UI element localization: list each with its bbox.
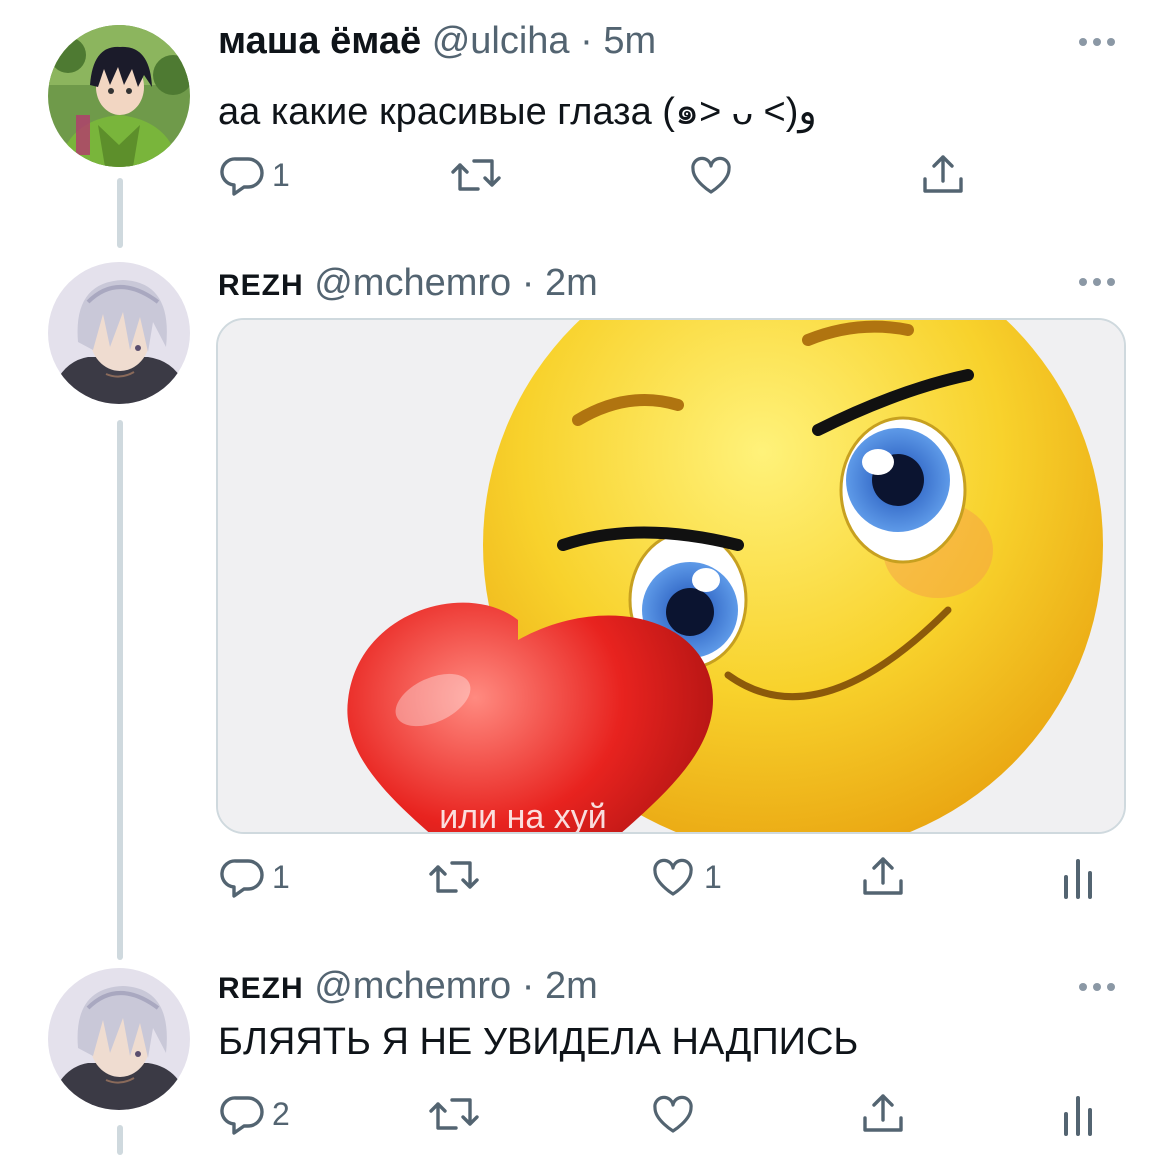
user-handle[interactable]: @mchemro (314, 262, 511, 304)
reply-count: 1 (272, 858, 290, 895)
separator: · (580, 20, 593, 62)
retweet-icon (429, 861, 479, 893)
display-name[interactable]: REZH (218, 972, 304, 1005)
retweet-icon (451, 159, 501, 191)
reply-button[interactable]: 1 (218, 852, 290, 902)
tweet-text: аа какие красивые глаза (๑˃ ᴗ ˂)ﻭ (218, 91, 817, 133)
retweet-button[interactable] (450, 150, 502, 200)
reply-icon (220, 1096, 264, 1135)
more-icon[interactable] (1071, 977, 1115, 997)
retweet-button[interactable] (428, 1089, 480, 1139)
image-caption: или на хуй (439, 798, 606, 832)
like-button[interactable] (686, 150, 736, 200)
heart-icon (691, 156, 731, 194)
retweet-button[interactable] (428, 852, 480, 902)
share-icon (863, 857, 903, 895)
share-icon (863, 1094, 903, 1132)
tweet-actions: 1 (218, 150, 1128, 200)
like-count: 1 (704, 858, 722, 895)
reply-button[interactable]: 1 (218, 150, 290, 200)
tweet-header: маша ёмаё @ulciha · 5m (218, 20, 656, 63)
avatar[interactable] (48, 262, 190, 404)
like-button[interactable] (648, 1089, 698, 1139)
analytics-icon (1064, 859, 1092, 899)
emoji-heart-image: или на хуй (218, 320, 1124, 832)
user-handle[interactable]: @mchemro (314, 965, 511, 1007)
reply-icon (220, 859, 264, 898)
heart-icon (653, 1095, 693, 1133)
more-icon[interactable] (1071, 32, 1115, 52)
reply-count: 2 (272, 1095, 290, 1132)
heart-icon (653, 858, 693, 896)
retweet-icon (429, 1098, 479, 1130)
analytics-button[interactable] (1058, 1089, 1098, 1139)
display-name[interactable]: REZH (218, 269, 304, 302)
tweet-actions: 2 (218, 1089, 1128, 1139)
tweet-text: БЛЯЯТЬ Я НЕ УВИДЕЛА НАДПИСЬ (218, 1021, 859, 1063)
separator: · (521, 965, 535, 1007)
avatar[interactable] (48, 25, 190, 167)
share-button[interactable] (858, 852, 908, 902)
reply-button[interactable]: 2 (218, 1089, 290, 1139)
tweet-media[interactable]: или на хуй (216, 318, 1126, 834)
avatar-image (48, 262, 190, 404)
timestamp[interactable]: 2m (545, 965, 598, 1007)
like-button[interactable]: 1 (648, 852, 722, 902)
separator: · (521, 262, 535, 304)
share-button[interactable] (918, 150, 968, 200)
tweet[interactable]: REZH @mchemro · 2m БЛЯЯТЬ Я НЕ УВИДЕЛА Н… (0, 945, 1170, 1155)
timestamp[interactable]: 2m (545, 262, 598, 304)
avatar[interactable] (48, 968, 190, 1110)
reply-count: 1 (272, 156, 290, 193)
tweet-header: REZH @mchemro · 2m (218, 262, 598, 305)
tweet-header: REZH @mchemro · 2m (218, 965, 598, 1008)
user-handle[interactable]: @ulciha (432, 20, 570, 62)
reply-icon (220, 157, 264, 196)
more-icon[interactable] (1071, 272, 1115, 292)
tweet-actions: 1 1 (218, 852, 1128, 902)
avatar-image (48, 25, 190, 167)
display-name[interactable]: маша ёмаё (218, 20, 421, 62)
analytics-icon (1064, 1096, 1092, 1136)
tweet[interactable]: маша ёмаё @ulciha · 5m аа какие красивые… (0, 0, 1170, 240)
share-icon (923, 155, 963, 193)
share-button[interactable] (858, 1089, 908, 1139)
analytics-button[interactable] (1058, 852, 1098, 902)
avatar-image (48, 968, 190, 1110)
timestamp[interactable]: 5m (603, 20, 656, 62)
